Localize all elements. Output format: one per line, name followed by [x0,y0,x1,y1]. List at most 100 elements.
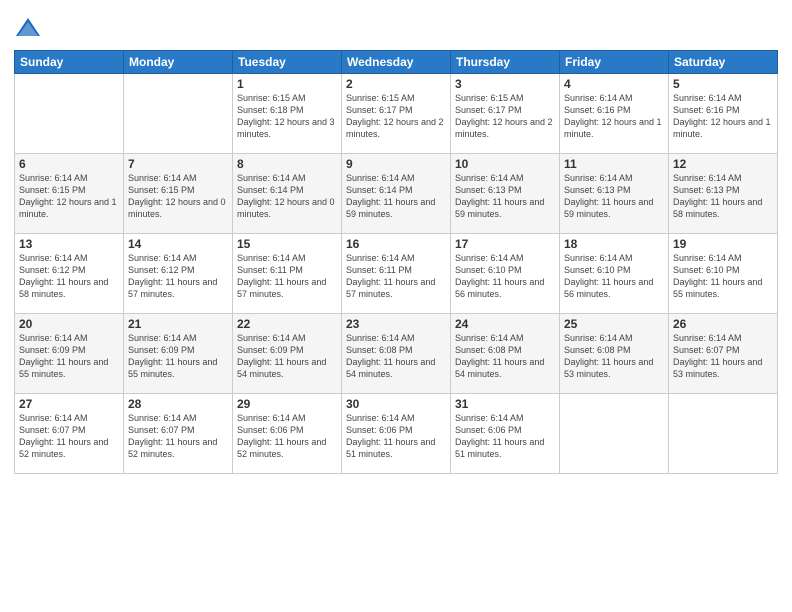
day-cell [669,394,778,474]
day-cell: 12Sunrise: 6:14 AM Sunset: 6:13 PM Dayli… [669,154,778,234]
day-number: 8 [237,157,337,171]
day-number: 4 [564,77,664,91]
day-number: 24 [455,317,555,331]
day-number: 11 [564,157,664,171]
day-number: 7 [128,157,228,171]
day-number: 15 [237,237,337,251]
day-cell [560,394,669,474]
day-info: Sunrise: 6:14 AM Sunset: 6:07 PM Dayligh… [128,412,228,461]
weekday-header-monday: Monday [124,51,233,74]
day-info: Sunrise: 6:15 AM Sunset: 6:17 PM Dayligh… [455,92,555,141]
day-info: Sunrise: 6:14 AM Sunset: 6:11 PM Dayligh… [237,252,337,301]
day-number: 6 [19,157,119,171]
day-info: Sunrise: 6:15 AM Sunset: 6:18 PM Dayligh… [237,92,337,141]
day-number: 9 [346,157,446,171]
day-cell: 25Sunrise: 6:14 AM Sunset: 6:08 PM Dayli… [560,314,669,394]
day-cell: 2Sunrise: 6:15 AM Sunset: 6:17 PM Daylig… [342,74,451,154]
weekday-header-wednesday: Wednesday [342,51,451,74]
day-number: 5 [673,77,773,91]
weekday-header-sunday: Sunday [15,51,124,74]
day-info: Sunrise: 6:14 AM Sunset: 6:08 PM Dayligh… [346,332,446,381]
day-info: Sunrise: 6:15 AM Sunset: 6:17 PM Dayligh… [346,92,446,141]
day-cell: 11Sunrise: 6:14 AM Sunset: 6:13 PM Dayli… [560,154,669,234]
day-cell: 24Sunrise: 6:14 AM Sunset: 6:08 PM Dayli… [451,314,560,394]
day-cell: 7Sunrise: 6:14 AM Sunset: 6:15 PM Daylig… [124,154,233,234]
day-number: 30 [346,397,446,411]
day-cell: 27Sunrise: 6:14 AM Sunset: 6:07 PM Dayli… [15,394,124,474]
day-info: Sunrise: 6:14 AM Sunset: 6:12 PM Dayligh… [19,252,119,301]
weekday-header-tuesday: Tuesday [233,51,342,74]
day-number: 3 [455,77,555,91]
day-info: Sunrise: 6:14 AM Sunset: 6:10 PM Dayligh… [455,252,555,301]
day-info: Sunrise: 6:14 AM Sunset: 6:06 PM Dayligh… [455,412,555,461]
day-info: Sunrise: 6:14 AM Sunset: 6:13 PM Dayligh… [673,172,773,221]
day-cell: 30Sunrise: 6:14 AM Sunset: 6:06 PM Dayli… [342,394,451,474]
calendar-table: SundayMondayTuesdayWednesdayThursdayFrid… [14,50,778,474]
week-row-3: 20Sunrise: 6:14 AM Sunset: 6:09 PM Dayli… [15,314,778,394]
day-number: 29 [237,397,337,411]
weekday-header-saturday: Saturday [669,51,778,74]
day-cell: 22Sunrise: 6:14 AM Sunset: 6:09 PM Dayli… [233,314,342,394]
logo-icon [14,14,42,42]
day-number: 1 [237,77,337,91]
header [14,10,778,42]
day-number: 19 [673,237,773,251]
day-number: 27 [19,397,119,411]
day-info: Sunrise: 6:14 AM Sunset: 6:16 PM Dayligh… [673,92,773,141]
day-cell: 10Sunrise: 6:14 AM Sunset: 6:13 PM Dayli… [451,154,560,234]
day-cell: 15Sunrise: 6:14 AM Sunset: 6:11 PM Dayli… [233,234,342,314]
day-number: 22 [237,317,337,331]
day-info: Sunrise: 6:14 AM Sunset: 6:07 PM Dayligh… [19,412,119,461]
day-cell: 17Sunrise: 6:14 AM Sunset: 6:10 PM Dayli… [451,234,560,314]
day-number: 13 [19,237,119,251]
day-info: Sunrise: 6:14 AM Sunset: 6:09 PM Dayligh… [237,332,337,381]
day-number: 26 [673,317,773,331]
day-info: Sunrise: 6:14 AM Sunset: 6:13 PM Dayligh… [455,172,555,221]
week-row-0: 1Sunrise: 6:15 AM Sunset: 6:18 PM Daylig… [15,74,778,154]
day-info: Sunrise: 6:14 AM Sunset: 6:13 PM Dayligh… [564,172,664,221]
day-info: Sunrise: 6:14 AM Sunset: 6:16 PM Dayligh… [564,92,664,141]
day-cell: 20Sunrise: 6:14 AM Sunset: 6:09 PM Dayli… [15,314,124,394]
day-number: 12 [673,157,773,171]
day-info: Sunrise: 6:14 AM Sunset: 6:14 PM Dayligh… [237,172,337,221]
week-row-1: 6 Sunrise: 6:14 AM Sunset: 6:15 PM Daylig… [15,154,778,234]
weekday-header-row: SundayMondayTuesdayWednesdayThursdayFrid… [15,51,778,74]
week-row-4: 27Sunrise: 6:14 AM Sunset: 6:07 PM Dayli… [15,394,778,474]
weekday-header-thursday: Thursday [451,51,560,74]
day-info: Sunrise: 6:14 AM Sunset: 6:06 PM Dayligh… [346,412,446,461]
day-number: 28 [128,397,228,411]
day-number: 17 [455,237,555,251]
day-cell: 13Sunrise: 6:14 AM Sunset: 6:12 PM Dayli… [15,234,124,314]
day-info: Sunrise: 6:14 AM Sunset: 6:06 PM Dayligh… [237,412,337,461]
day-info: Sunrise: 6:14 AM Sunset: 6:07 PM Dayligh… [673,332,773,381]
day-number: 18 [564,237,664,251]
day-cell: 29Sunrise: 6:14 AM Sunset: 6:06 PM Dayli… [233,394,342,474]
page: SundayMondayTuesdayWednesdayThursdayFrid… [0,0,792,612]
day-cell: 31Sunrise: 6:14 AM Sunset: 6:06 PM Dayli… [451,394,560,474]
day-cell [124,74,233,154]
day-number: 20 [19,317,119,331]
day-cell: 18Sunrise: 6:14 AM Sunset: 6:10 PM Dayli… [560,234,669,314]
weekday-header-friday: Friday [560,51,669,74]
day-info: Sunrise: 6:14 AM Sunset: 6:15 PM Dayligh… [128,172,228,221]
day-cell [15,74,124,154]
day-cell: 1Sunrise: 6:15 AM Sunset: 6:18 PM Daylig… [233,74,342,154]
day-cell: 26Sunrise: 6:14 AM Sunset: 6:07 PM Dayli… [669,314,778,394]
day-cell: 23Sunrise: 6:14 AM Sunset: 6:08 PM Dayli… [342,314,451,394]
day-number: 31 [455,397,555,411]
day-cell: 21Sunrise: 6:14 AM Sunset: 6:09 PM Dayli… [124,314,233,394]
day-info: Sunrise: 6:14 AM Sunset: 6:09 PM Dayligh… [128,332,228,381]
day-cell: 14Sunrise: 6:14 AM Sunset: 6:12 PM Dayli… [124,234,233,314]
day-info: Sunrise: 6:14 AM Sunset: 6:10 PM Dayligh… [673,252,773,301]
day-info: Sunrise: 6:14 AM Sunset: 6:14 PM Dayligh… [346,172,446,221]
day-info: Sunrise: 6:14 AM Sunset: 6:09 PM Dayligh… [19,332,119,381]
day-number: 10 [455,157,555,171]
day-cell: 4Sunrise: 6:14 AM Sunset: 6:16 PM Daylig… [560,74,669,154]
day-cell: 6Sunrise: 6:14 AM Sunset: 6:15 PM Daylig… [15,154,124,234]
day-cell: 28Sunrise: 6:14 AM Sunset: 6:07 PM Dayli… [124,394,233,474]
day-info: Sunrise: 6:14 AM Sunset: 6:08 PM Dayligh… [564,332,664,381]
week-row-2: 13Sunrise: 6:14 AM Sunset: 6:12 PM Dayli… [15,234,778,314]
day-number: 2 [346,77,446,91]
day-number: 14 [128,237,228,251]
day-number: 25 [564,317,664,331]
